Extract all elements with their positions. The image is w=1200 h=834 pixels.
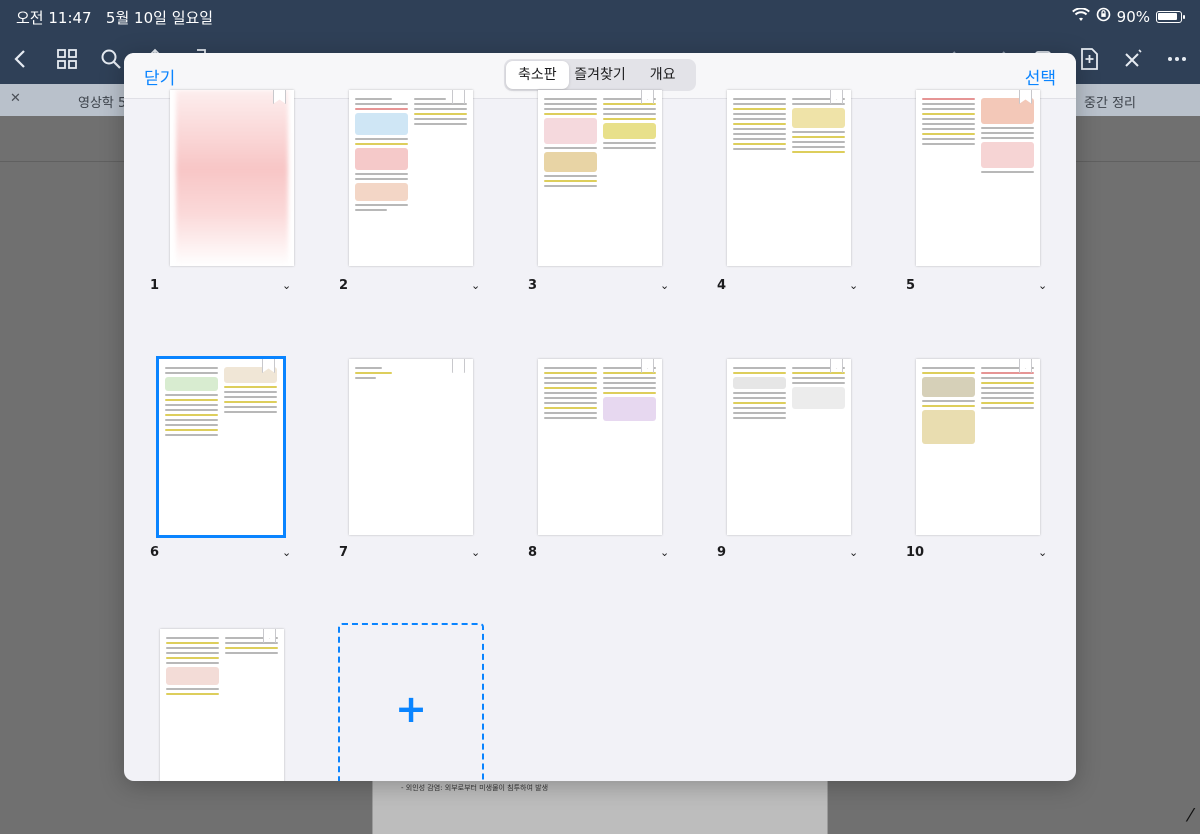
- plus-icon: +: [395, 687, 427, 731]
- page-content: [166, 637, 278, 775]
- select-button[interactable]: 선택: [1025, 64, 1056, 89]
- page-thumbnail[interactable]: [538, 359, 662, 535]
- page-thumbnail[interactable]: [916, 90, 1040, 266]
- chevron-down-icon[interactable]: ⌄: [660, 279, 669, 292]
- status-time: 오전 11:47 5월 10일 일요일: [16, 7, 213, 28]
- page-thumbnail[interactable]: [916, 359, 1040, 535]
- search-icon[interactable]: [98, 46, 124, 72]
- page-number: 5: [906, 278, 916, 293]
- status-bar: 오전 11:47 5월 10일 일요일 90%: [0, 0, 1200, 34]
- chevron-down-icon[interactable]: ⌄: [282, 546, 291, 559]
- view-segmented-control: 축소판 즐겨찾기 개요: [504, 59, 696, 91]
- page-content: [165, 367, 277, 527]
- battery-percent: 90%: [1116, 7, 1150, 26]
- close-tab-icon[interactable]: ✕: [10, 91, 21, 106]
- chevron-down-icon[interactable]: ⌄: [849, 279, 858, 292]
- segment-outline[interactable]: 개요: [631, 61, 694, 89]
- page-number: 3: [528, 278, 538, 293]
- page-number: 8: [528, 545, 538, 560]
- page-content: [355, 367, 467, 527]
- page-number: 4: [717, 278, 727, 293]
- page-thumbnail[interactable]: [727, 90, 851, 266]
- page-thumbnail[interactable]: [727, 359, 851, 535]
- page-thumbnail[interactable]: [538, 90, 662, 266]
- chevron-down-icon[interactable]: ⌄: [1038, 546, 1047, 559]
- battery-icon: [1156, 10, 1185, 23]
- document-page: - 외인성 감염: 외부로부터 미생물이 침투하여 발생: [372, 776, 828, 834]
- page-number: 1: [150, 278, 160, 293]
- tab-left[interactable]: 영상학 5: [78, 92, 126, 111]
- page-thumbnail-selected[interactable]: [156, 356, 286, 538]
- page-number: 9: [717, 545, 727, 560]
- chevron-down-icon[interactable]: ⌄: [849, 546, 858, 559]
- add-page-button[interactable]: +: [338, 623, 484, 781]
- page-thumbnail[interactable]: [349, 90, 473, 266]
- wifi-icon: [1071, 6, 1090, 26]
- status-right: 90%: [1071, 6, 1185, 26]
- chevron-down-icon[interactable]: ⌄: [471, 279, 480, 292]
- close-button[interactable]: 닫기: [144, 64, 175, 89]
- tab-right[interactable]: 중간 정리: [1084, 92, 1136, 111]
- page-content: [922, 367, 1034, 527]
- chevron-down-icon[interactable]: ⌄: [1038, 279, 1047, 292]
- pencil-indicator-icon: ⁄: [1188, 805, 1192, 826]
- page-number: 7: [339, 545, 349, 560]
- page-thumbnail[interactable]: [170, 90, 294, 266]
- chevron-down-icon[interactable]: ⌄: [471, 546, 480, 559]
- orientation-lock-icon: [1096, 7, 1111, 26]
- grid-icon[interactable]: [54, 46, 80, 72]
- page-content: [355, 98, 467, 258]
- page-number: 10: [906, 545, 925, 560]
- back-icon[interactable]: [8, 46, 34, 72]
- page-thumbnail[interactable]: [160, 629, 284, 781]
- close-pencil-icon[interactable]: [1120, 46, 1146, 72]
- document-text: - 외인성 감염: 외부로부터 미생물이 침투하여 발생: [401, 784, 549, 792]
- page-thumbnail[interactable]: [349, 359, 473, 535]
- add-page-icon[interactable]: [1076, 46, 1102, 72]
- blurred-page-content: [176, 90, 288, 266]
- page-content: [544, 98, 656, 258]
- status-time-text: 오전 11:47: [16, 9, 92, 27]
- page-content: [544, 367, 656, 527]
- page-content: [733, 98, 845, 258]
- page-navigator-modal: 닫기 축소판 즐겨찾기 개요 선택 1 ⌄ 2 ⌄ 3 ⌄ 4 ⌄ 5 ⌄ 6 …: [124, 53, 1076, 781]
- chevron-down-icon[interactable]: ⌄: [660, 546, 669, 559]
- more-icon[interactable]: [1164, 46, 1190, 72]
- segment-favorites[interactable]: 즐겨찾기: [569, 61, 632, 89]
- chevron-down-icon[interactable]: ⌄: [282, 279, 291, 292]
- page-number: 6: [150, 545, 160, 560]
- page-content: [733, 367, 845, 527]
- page-number: 2: [339, 278, 349, 293]
- page-content: [922, 98, 1034, 258]
- segment-thumbnails[interactable]: 축소판: [506, 61, 569, 89]
- status-date-text: 5월 10일 일요일: [105, 9, 214, 27]
